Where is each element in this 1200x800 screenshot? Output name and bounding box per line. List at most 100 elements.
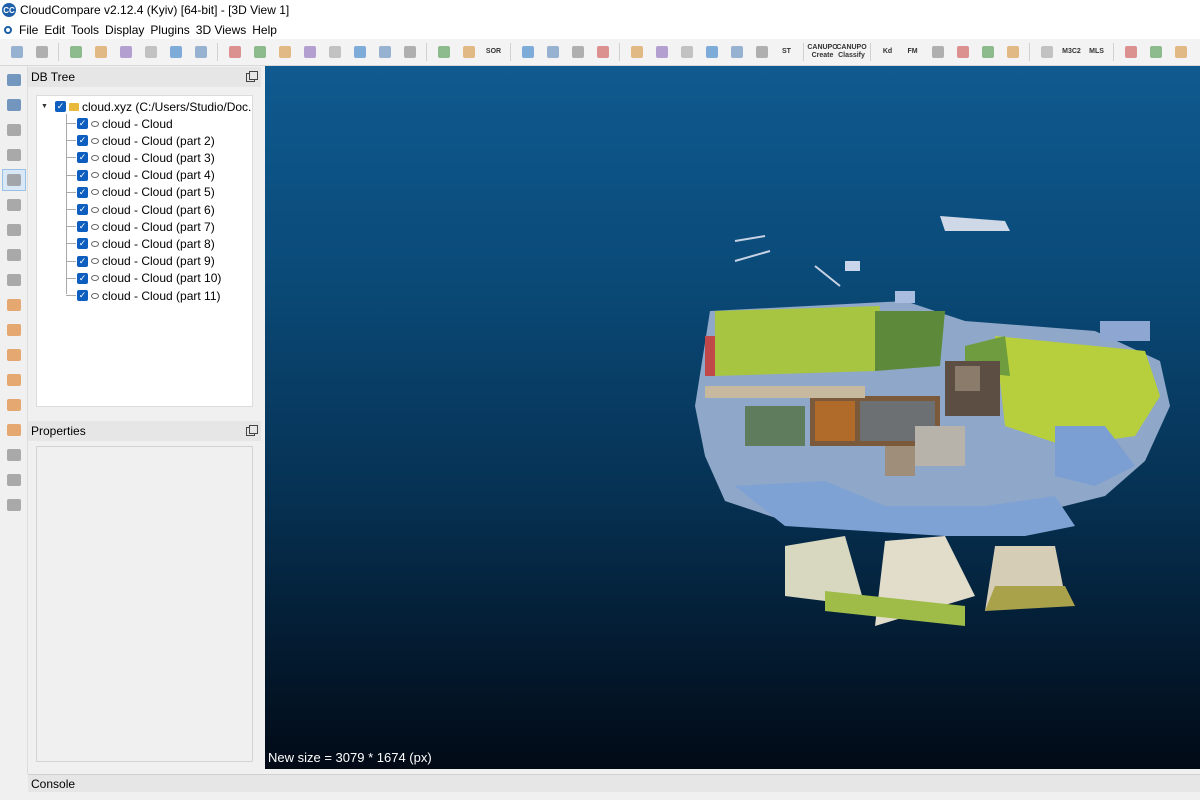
add-point-icon[interactable] [116,42,136,62]
scissors-icon[interactable] [518,42,538,62]
menu-3d-views[interactable]: 3D Views [193,23,249,37]
app-menu-icon[interactable] [4,25,12,34]
sor-icon[interactable]: SOR [484,42,504,62]
open-icon[interactable] [7,42,27,62]
menu-tools[interactable]: Tools [68,23,102,37]
tree-guide [66,174,76,176]
tree-item[interactable]: ✓ cloud - Cloud (part 11) [77,287,221,304]
view-bottom-icon[interactable] [2,419,26,441]
zoom-icon[interactable] [2,244,26,266]
st-icon[interactable]: ST [777,42,797,62]
tree-item[interactable]: ✓ cloud - Cloud (part 8) [77,235,215,252]
transform-icon[interactable] [66,42,86,62]
link-icon[interactable] [1037,42,1057,62]
tree-item[interactable]: ✓ cloud - Cloud (part 5) [77,184,215,201]
delete-icon[interactable] [191,42,211,62]
m3c2-icon[interactable]: M3C2 [1062,42,1082,62]
checkbox[interactable]: ✓ [77,290,88,301]
monitor-icon[interactable] [2,69,26,91]
tree-item[interactable]: ✓ cloud - Cloud (part 2) [77,132,215,149]
minus-icon[interactable] [752,42,772,62]
checkbox[interactable]: ✓ [77,169,88,181]
pivot-icon[interactable] [2,169,26,191]
compass-icon[interactable] [928,42,948,62]
stats-icon[interactable] [652,42,672,62]
checkbox[interactable]: ✓ [77,135,88,147]
iso-view2-icon[interactable] [2,469,26,491]
menu-help[interactable]: Help [249,23,280,37]
segment-icon[interactable] [141,42,161,62]
kd-icon[interactable]: Kd [878,42,898,62]
equalizer-icon[interactable] [702,42,722,62]
tree-item[interactable]: ✓ cloud - Cloud (part 4) [77,167,215,184]
tree-item[interactable]: ✓ cloud - Cloud [77,115,173,132]
undock-icon[interactable] [246,424,258,436]
merge-icon[interactable] [166,42,186,62]
clone-icon[interactable] [225,42,245,62]
save-icon[interactable] [32,42,52,62]
subsample-icon[interactable] [350,42,370,62]
camera-icon[interactable] [2,94,26,116]
checkbox[interactable]: ✓ [77,272,88,284]
pause-icon[interactable] [2,119,26,141]
checkbox[interactable]: ✓ [77,118,88,129]
view-left-icon[interactable] [2,344,26,366]
menu-display[interactable]: Display [102,23,147,37]
checkbox[interactable]: ✓ [77,204,88,215]
tree-item[interactable]: ✓ cloud - Cloud (part 10) [77,270,221,287]
split-icon[interactable] [1146,42,1166,62]
checkerboard-icon[interactable] [459,42,479,62]
tree-item[interactable]: ✓ cloud - Cloud (part 3) [77,149,215,166]
tool-icon[interactable] [1171,42,1191,62]
search-icon[interactable] [2,269,26,291]
plane-icon[interactable] [568,42,588,62]
fm-icon[interactable]: FM [903,42,923,62]
cube-view-icon[interactable] [2,219,26,241]
canupo-create[interactable]: CANUPO Create [807,42,837,62]
disk-icon[interactable] [953,42,973,62]
histogram-icon[interactable] [627,42,647,62]
tree-item[interactable]: ✓ cloud - Cloud (part 9) [77,253,215,270]
view-front-icon[interactable] [2,319,26,341]
menu-edit[interactable]: Edit [41,23,68,37]
resample-icon[interactable] [300,42,320,62]
front-view-icon[interactable] [2,194,26,216]
color-icon[interactable] [2,494,26,516]
tree-item[interactable]: ✓ cloud - Cloud (part 6) [77,201,215,218]
label-icon[interactable] [434,42,454,62]
mls-icon[interactable]: MLS [1087,42,1107,62]
checkbox[interactable]: ✓ [77,221,88,233]
plus-icon[interactable] [2,144,26,166]
menu-file[interactable]: File [16,23,41,37]
bullet-icon[interactable] [1121,42,1141,62]
tree-item[interactable]: ✓ cloud - Cloud (part 7) [77,218,215,235]
canupo-classify[interactable]: CANUPO Classify [836,42,866,62]
list-icon[interactable] [91,42,111,62]
undock-icon[interactable] [246,70,258,82]
octree-icon[interactable] [400,42,420,62]
edit-icon[interactable] [593,42,613,62]
smooth-icon[interactable] [275,42,295,62]
crosshair-icon[interactable] [543,42,563,62]
checkbox[interactable]: ✓ [77,255,88,267]
sample-points-icon[interactable] [375,42,395,62]
filter-icon[interactable] [250,42,270,62]
view-back-icon[interactable] [2,369,26,391]
checkbox[interactable]: ✓ [55,101,66,112]
tree-root[interactable]: ▼ ✓ cloud.xyz (C:/Users/Studio/Doc... [41,98,252,115]
checkbox[interactable]: ✓ [77,152,88,164]
menu-plugins[interactable]: Plugins [147,23,192,37]
globe-icon[interactable] [1003,42,1023,62]
checkbox[interactable]: ✓ [77,238,88,250]
plus-icon[interactable] [727,42,747,62]
normal-icon[interactable] [325,42,345,62]
3d-view[interactable]: New size = 3079 * 1674 (px) [265,66,1200,769]
iso-view1-icon[interactable] [2,444,26,466]
view-top-icon[interactable] [2,294,26,316]
collapse-caret-icon[interactable]: ▼ [41,103,55,110]
filter-sf-icon[interactable] [677,42,697,62]
view-right-icon[interactable] [2,394,26,416]
sphere-icon[interactable] [978,42,998,62]
checkbox[interactable]: ✓ [77,186,88,198]
toolbar-separator [870,43,871,61]
